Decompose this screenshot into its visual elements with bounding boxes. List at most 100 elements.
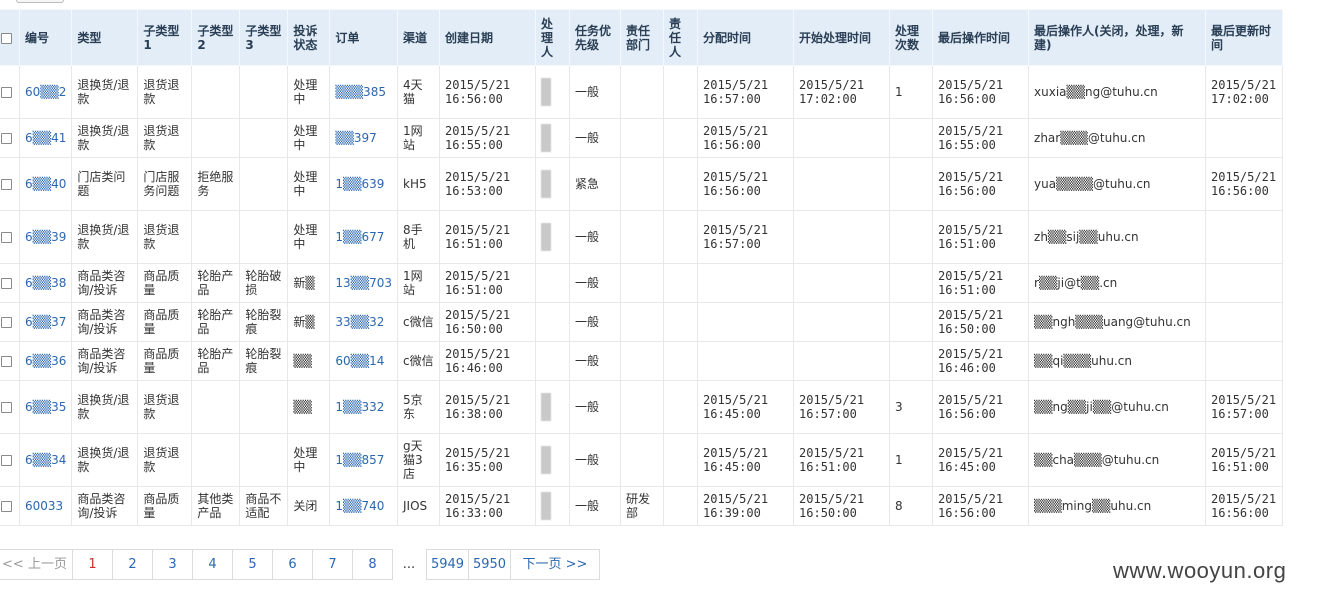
cell-order[interactable]: 60▒▒14 bbox=[329, 341, 399, 381]
table-row[interactable]: 6▒▒37 商品类咨询/投诉 商品质量 轮胎产品 轮胎裂痕 新▒ 33▒▒32 c微信 2015… bbox=[0, 302, 1284, 342]
select-all-checkbox[interactable] bbox=[1, 32, 12, 44]
complaint-id-link[interactable]: 6▒▒38 bbox=[25, 276, 66, 290]
complaint-id-link[interactable]: 60▒▒2 bbox=[25, 85, 66, 99]
cell-id[interactable]: 6▒▒34 bbox=[18, 433, 73, 487]
order-link[interactable]: 60▒▒14 bbox=[335, 354, 384, 368]
cell-assigned: 2015/5/21 16:45:00 bbox=[697, 433, 795, 487]
table-row[interactable]: 6▒▒40 门店类问题 门店服务问题 拒绝服务 处理中 1▒▒639 kH5 2015/5/2… bbox=[0, 157, 1284, 211]
page-8-button[interactable]: 8 bbox=[352, 549, 393, 580]
cell-order[interactable]: 1▒▒740 bbox=[329, 486, 399, 526]
cell-channel: 4天猫 bbox=[397, 65, 441, 119]
complaint-id-link[interactable]: 6▒▒36 bbox=[25, 354, 66, 368]
complaint-id-link[interactable]: 6▒▒37 bbox=[25, 315, 66, 329]
order-link[interactable]: 33▒▒32 bbox=[335, 315, 384, 329]
cell-priority: 一般 bbox=[569, 118, 622, 158]
complaint-id-link[interactable]: 6▒▒41 bbox=[25, 131, 66, 145]
order-link[interactable]: 1▒▒677 bbox=[335, 230, 384, 244]
row-checkbox[interactable] bbox=[1, 356, 12, 367]
row-checkbox[interactable] bbox=[1, 317, 12, 328]
cell-count: 3 bbox=[889, 380, 934, 434]
complaint-id-link[interactable]: 60033 bbox=[25, 499, 63, 513]
cell-id[interactable]: 6▒▒38 bbox=[18, 263, 73, 303]
complaint-id-link[interactable]: 6▒▒34 bbox=[25, 453, 66, 467]
table-row[interactable]: 6▒▒34 退换货/退款 退货退款 处理中 1▒▒857 g天猫3店 2015/5/21 1… bbox=[0, 433, 1284, 487]
page-5-button[interactable]: 5 bbox=[232, 549, 273, 580]
cell-subtype1: 商品质量 bbox=[137, 486, 193, 526]
cell-select[interactable] bbox=[0, 157, 20, 211]
cell-last-op-time: 2015/5/21 16:45:00 bbox=[932, 433, 1030, 487]
next-page-button[interactable]: 下一页 >> bbox=[510, 549, 600, 580]
row-checkbox[interactable] bbox=[1, 179, 12, 190]
cell-updated bbox=[1205, 118, 1284, 158]
cell-select[interactable] bbox=[0, 302, 20, 342]
order-link[interactable]: ▒▒397 bbox=[335, 131, 376, 145]
table-row[interactable]: 6▒▒35 退换货/退款 退货退款 ▒▒ 1▒▒332 5京东 2015/5/21 16:3… bbox=[0, 380, 1284, 434]
row-checkbox[interactable] bbox=[1, 133, 12, 144]
page-3-button[interactable]: 3 bbox=[152, 549, 193, 580]
page-7-button[interactable]: 7 bbox=[312, 549, 353, 580]
cell-select[interactable] bbox=[0, 65, 20, 119]
table-row[interactable]: 6▒▒38 商品类咨询/投诉 商品质量 轮胎产品 轮胎破损 新▒ 13▒▒703 1网站 201… bbox=[0, 263, 1284, 303]
table-row[interactable]: 60033 商品类咨询/投诉 商品质量 其他类产品 商品不适配 关闭 1▒▒740 JIOS 2… bbox=[0, 486, 1284, 526]
complaint-id-link[interactable]: 6▒▒35 bbox=[25, 400, 66, 414]
row-checkbox[interactable] bbox=[1, 87, 12, 98]
row-checkbox[interactable] bbox=[1, 501, 12, 512]
order-link[interactable]: 1▒▒740 bbox=[335, 499, 384, 513]
column-header-last-op-time: 最后操作时间 bbox=[932, 9, 1030, 66]
cell-id[interactable]: 6▒▒37 bbox=[18, 302, 73, 342]
cell-dept bbox=[620, 263, 665, 303]
column-header-select[interactable] bbox=[0, 9, 20, 66]
cell-order[interactable]: ▒▒397 bbox=[329, 118, 399, 158]
top-button-edge[interactable] bbox=[16, 0, 64, 3]
order-link[interactable]: 1▒▒639 bbox=[335, 177, 384, 191]
cell-id[interactable]: 60▒▒2 bbox=[18, 65, 73, 119]
cell-select[interactable] bbox=[0, 433, 20, 487]
cell-subtype1: 退货退款 bbox=[137, 210, 193, 264]
order-link[interactable]: 13▒▒703 bbox=[335, 276, 392, 290]
cell-order[interactable]: 33▒▒32 bbox=[329, 302, 399, 342]
page-2-button[interactable]: 2 bbox=[112, 549, 153, 580]
page-1-button[interactable]: 1 bbox=[72, 549, 113, 580]
prev-page-button[interactable]: << 上一页 bbox=[0, 549, 73, 580]
cell-order[interactable]: 1▒▒639 bbox=[329, 157, 399, 211]
complaint-id-link[interactable]: 6▒▒39 bbox=[25, 230, 66, 244]
cell-id[interactable]: 6▒▒39 bbox=[18, 210, 73, 264]
cell-id[interactable]: 60033 bbox=[18, 486, 73, 526]
order-link[interactable]: 1▒▒857 bbox=[335, 453, 384, 467]
cell-order[interactable]: 1▒▒677 bbox=[329, 210, 399, 264]
cell-priority: 一般 bbox=[569, 486, 622, 526]
row-checkbox[interactable] bbox=[1, 232, 12, 243]
cell-select[interactable] bbox=[0, 380, 20, 434]
order-link[interactable]: ▒▒▒385 bbox=[335, 85, 386, 99]
page-4-button[interactable]: 4 bbox=[192, 549, 233, 580]
cell-id[interactable]: 6▒▒35 bbox=[18, 380, 73, 434]
order-link[interactable]: 1▒▒332 bbox=[335, 400, 384, 414]
page-5949-button[interactable]: 5949 bbox=[426, 549, 469, 580]
table-row[interactable]: 60▒▒2 退换货/退款 退货退款 处理中 ▒▒▒385 4天猫 2015/5/21 16:… bbox=[0, 65, 1284, 119]
row-checkbox[interactable] bbox=[1, 278, 12, 289]
table-row[interactable]: 6▒▒41 退换货/退款 退货退款 处理中 ▒▒397 1网站 2015/5/21 16:5… bbox=[0, 118, 1284, 158]
table-row[interactable]: 6▒▒36 商品类咨询/投诉 商品质量 轮胎产品 轮胎裂痕 ▒▒ 60▒▒14 c微信 2015… bbox=[0, 341, 1284, 381]
cell-select[interactable] bbox=[0, 210, 20, 264]
cell-count: 1 bbox=[889, 65, 934, 119]
page-6-button[interactable]: 6 bbox=[272, 549, 313, 580]
cell-id[interactable]: 6▒▒41 bbox=[18, 118, 73, 158]
cell-order[interactable]: 13▒▒703 bbox=[329, 263, 399, 303]
cell-select[interactable] bbox=[0, 118, 20, 158]
cell-order[interactable]: 1▒▒857 bbox=[329, 433, 399, 487]
row-checkbox[interactable] bbox=[1, 402, 12, 413]
cell-id[interactable]: 6▒▒36 bbox=[18, 341, 73, 381]
row-checkbox[interactable] bbox=[1, 455, 12, 466]
cell-owner bbox=[663, 210, 699, 264]
cell-select[interactable] bbox=[0, 263, 20, 303]
cell-select[interactable] bbox=[0, 341, 20, 381]
cell-select[interactable] bbox=[0, 486, 20, 526]
complaint-id-link[interactable]: 6▒▒40 bbox=[25, 177, 66, 191]
cell-id[interactable]: 6▒▒40 bbox=[18, 157, 73, 211]
column-header-id: 编号 bbox=[18, 9, 73, 66]
page-5950-button[interactable]: 5950 bbox=[468, 549, 511, 580]
cell-start: 2015/5/21 16:51:00 bbox=[793, 433, 891, 487]
cell-order[interactable]: 1▒▒332 bbox=[329, 380, 399, 434]
table-row[interactable]: 6▒▒39 退换货/退款 退货退款 处理中 1▒▒677 8手机 2015/5/21 16:… bbox=[0, 210, 1284, 264]
cell-order[interactable]: ▒▒▒385 bbox=[329, 65, 399, 119]
